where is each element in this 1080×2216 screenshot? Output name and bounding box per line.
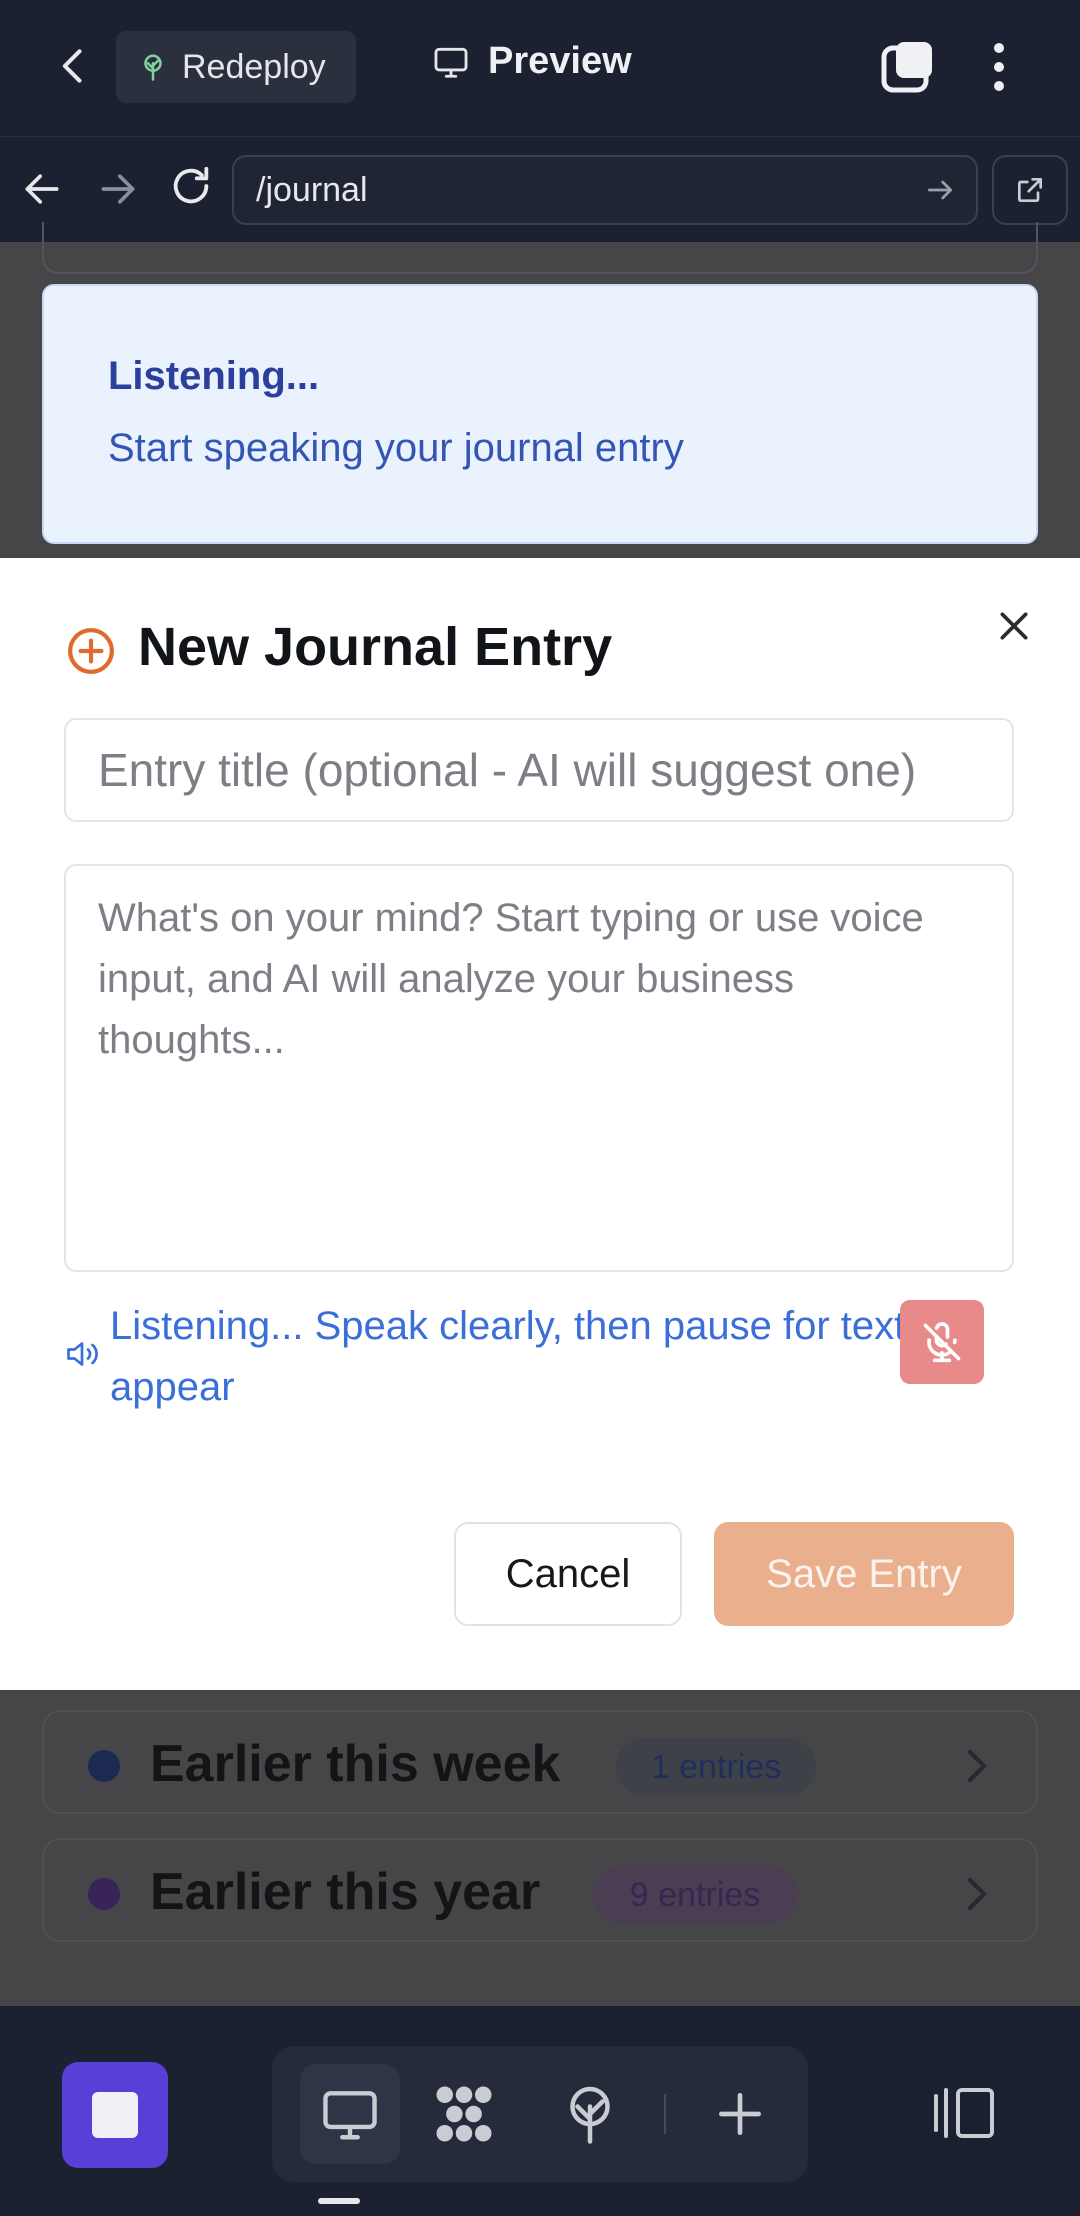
stop-square-icon — [92, 2092, 138, 2138]
group-earlier-this-week[interactable]: Earlier this week 1 entries — [42, 1710, 1038, 1814]
more-vertical-icon[interactable] — [984, 40, 1014, 94]
monitor-icon — [323, 2091, 377, 2140]
chevron-right-icon — [967, 1749, 987, 1783]
add-tool-button[interactable] — [690, 2064, 790, 2164]
go-arrow-icon[interactable] — [924, 174, 956, 206]
preview-label: Preview — [488, 40, 632, 82]
entry-title-input[interactable] — [64, 718, 1014, 822]
plus-circle-icon — [68, 628, 114, 674]
group-name: Earlier this week — [150, 1735, 561, 1793]
group-dot — [88, 1878, 120, 1910]
reload-icon[interactable] — [168, 163, 214, 209]
speaker-icon — [67, 1342, 98, 1366]
toolbar-separator — [664, 2094, 666, 2134]
entries-badge: 9 entries — [592, 1866, 798, 1924]
open-external-button[interactable] — [992, 155, 1068, 225]
app-top-bar: Redeploy Preview — [0, 0, 1080, 136]
nav-forward-icon[interactable] — [96, 167, 140, 211]
bottom-toolbar — [0, 2006, 1080, 2216]
back-arrow-icon[interactable] — [52, 44, 96, 88]
entries-badge: 1 entries — [616, 1738, 816, 1796]
mic-off-icon — [923, 1322, 961, 1363]
group-name: Earlier this year — [150, 1863, 541, 1921]
modal-title: New Journal Entry — [138, 617, 613, 677]
group-dot — [88, 1750, 120, 1782]
url-field[interactable]: /journal — [232, 155, 978, 225]
split-view-icon[interactable] — [930, 2086, 996, 2140]
entry-body-textarea[interactable] — [64, 864, 1014, 1272]
toast-message: Start speaking your journal entry — [108, 426, 684, 470]
listening-status-text: Listening... Speak clearly, then pause f… — [110, 1304, 950, 1409]
redeploy-label: Redeploy — [182, 47, 326, 86]
external-link-icon — [1018, 178, 1042, 202]
dots-grid-icon — [436, 2086, 492, 2142]
preview-tab[interactable]: Preview — [432, 40, 632, 83]
tree-icon — [144, 54, 162, 81]
group-earlier-this-year[interactable]: Earlier this year 9 entries — [42, 1838, 1038, 1942]
tree-icon — [570, 2086, 610, 2144]
toast-title: Listening... — [108, 354, 320, 398]
url-text: /journal — [256, 170, 368, 209]
grid-tool-button[interactable] — [414, 2064, 514, 2164]
close-icon[interactable] — [994, 606, 1034, 646]
preview-tool-button[interactable] — [300, 2064, 400, 2164]
save-entry-button[interactable]: Save Entry — [714, 1522, 1014, 1626]
partial-card — [42, 222, 1038, 274]
deploy-tool-button[interactable] — [540, 2064, 640, 2164]
tool-group — [272, 2046, 808, 2182]
monitor-icon — [434, 47, 468, 78]
plus-icon — [719, 2093, 761, 2135]
cancel-button[interactable]: Cancel — [454, 1522, 682, 1626]
mic-off-button[interactable] — [900, 1300, 984, 1384]
home-indicator — [318, 2198, 360, 2204]
new-entry-modal: New Journal Entry Listening... Speak cle… — [0, 558, 1080, 1690]
stop-button[interactable] — [62, 2062, 168, 2168]
redeploy-button[interactable]: Redeploy — [116, 31, 356, 103]
nav-back-icon[interactable] — [20, 167, 64, 211]
chevron-right-icon — [967, 1877, 987, 1911]
listening-toast: Listening... Start speaking your journal… — [42, 284, 1038, 544]
tabs-icon[interactable] — [880, 40, 934, 94]
